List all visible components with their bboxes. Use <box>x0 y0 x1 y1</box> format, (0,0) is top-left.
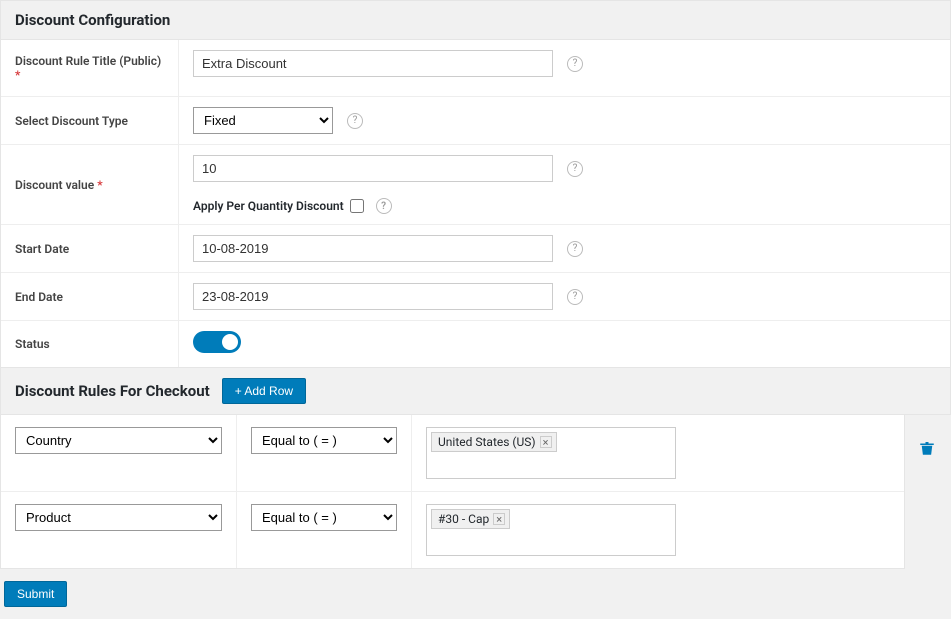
label-status: Status <box>1 321 179 367</box>
rules-section-header: Discount Rules For Checkout + Add Row <box>0 368 951 415</box>
label-type: Select Discount Type <box>1 97 179 144</box>
select-condition[interactable]: Product <box>15 504 222 531</box>
row-status: Status <box>1 321 950 367</box>
label-per-qty: Apply Per Quantity Discount <box>193 199 344 213</box>
close-icon[interactable]: × <box>493 513 505 525</box>
toggle-status[interactable] <box>193 331 241 353</box>
row-start-date: Start Date ? <box>1 225 950 273</box>
row-type: Select Discount Type Fixed ? <box>1 97 950 145</box>
trash-icon[interactable] <box>918 439 936 461</box>
input-end-date[interactable] <box>193 283 553 310</box>
delete-rule-col <box>905 415 949 461</box>
rules-panel: Country Equal to ( = ) United States (US… <box>0 415 905 569</box>
tag-label: United States (US) <box>438 435 536 449</box>
help-icon[interactable]: ? <box>347 113 363 129</box>
submit-button[interactable]: Submit <box>4 581 67 607</box>
row-end-date: End Date ? <box>1 273 950 321</box>
rule-row: Country Equal to ( = ) United States (US… <box>1 415 904 492</box>
row-value: Discount value * ? Apply Per Quantity Di… <box>1 145 950 225</box>
close-icon[interactable]: × <box>540 436 552 448</box>
label-start: Start Date <box>1 225 179 272</box>
rule-row: Product Equal to ( = ) #30 - Cap × <box>1 492 904 568</box>
add-row-button[interactable]: + Add Row <box>222 378 306 404</box>
tag: #30 - Cap × <box>431 509 510 529</box>
input-value[interactable] <box>193 155 553 182</box>
value-box[interactable]: United States (US) × <box>426 427 676 479</box>
input-title[interactable] <box>193 50 553 77</box>
checkbox-per-qty[interactable] <box>350 199 364 213</box>
help-icon[interactable]: ? <box>567 161 583 177</box>
label-title: Discount Rule Title (Public) * <box>1 40 179 96</box>
config-title: Discount Configuration <box>15 11 170 29</box>
tag: United States (US) × <box>431 432 557 452</box>
help-icon[interactable]: ? <box>376 198 392 214</box>
input-start-date[interactable] <box>193 235 553 262</box>
config-section-header: Discount Configuration <box>0 0 951 39</box>
help-icon[interactable]: ? <box>567 56 583 72</box>
select-type[interactable]: Fixed <box>193 107 333 134</box>
label-value: Discount value * <box>1 145 179 224</box>
select-condition[interactable]: Country <box>15 427 222 454</box>
row-title: Discount Rule Title (Public) * ? <box>1 40 950 97</box>
label-end: End Date <box>1 273 179 320</box>
rules-title: Discount Rules For Checkout <box>15 382 210 400</box>
help-icon[interactable]: ? <box>567 289 583 305</box>
tag-label: #30 - Cap <box>438 512 489 526</box>
select-operator[interactable]: Equal to ( = ) <box>251 504 397 531</box>
select-operator[interactable]: Equal to ( = ) <box>251 427 397 454</box>
value-box[interactable]: #30 - Cap × <box>426 504 676 556</box>
help-icon[interactable]: ? <box>567 241 583 257</box>
config-panel: Discount Rule Title (Public) * ? Select … <box>0 39 951 368</box>
